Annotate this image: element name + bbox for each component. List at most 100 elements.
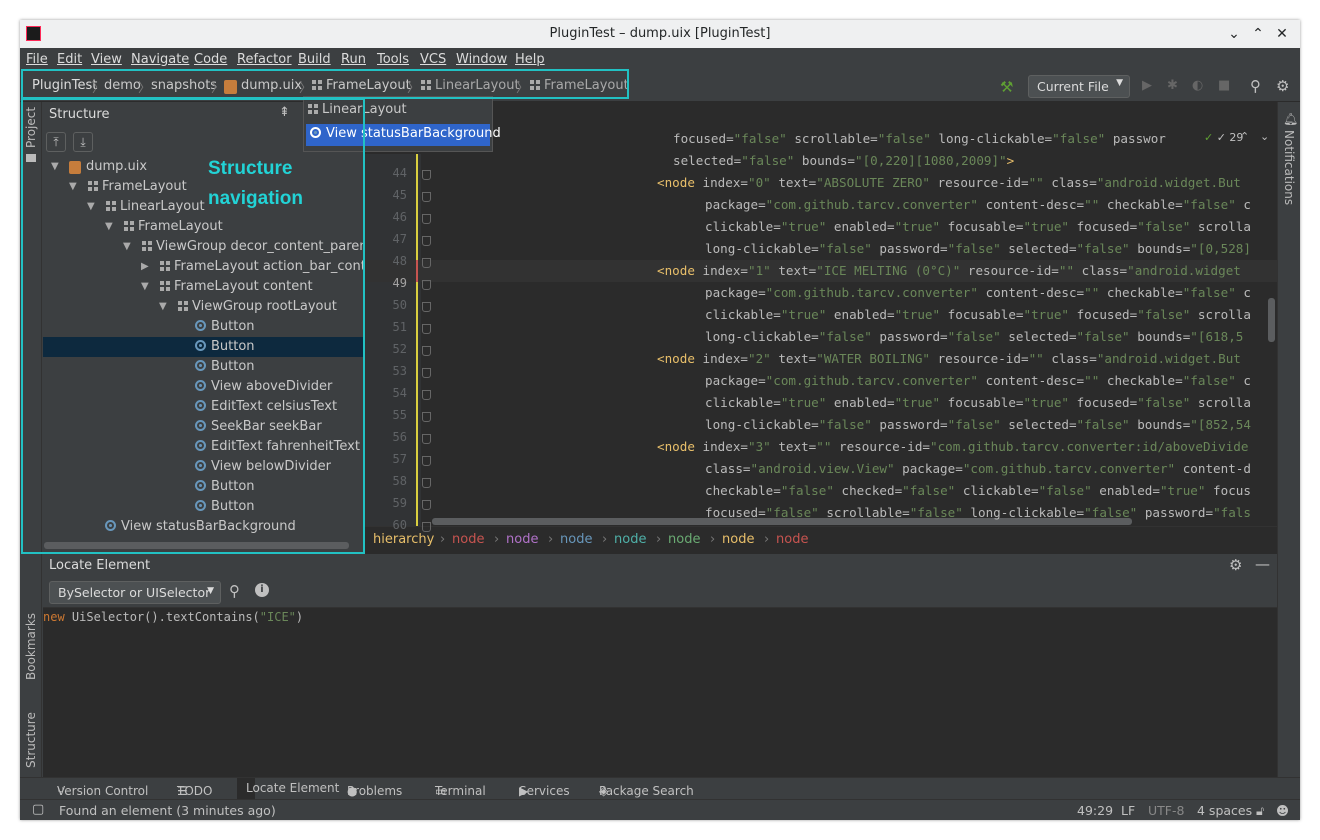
fold-marker-icon[interactable]	[422, 280, 431, 290]
xml-rest: password="false" selected="false" bounds…	[871, 329, 1244, 344]
fold-marker-icon[interactable]	[422, 236, 431, 246]
fold-marker-icon[interactable]	[422, 324, 431, 334]
tab-label: Version Control	[57, 784, 149, 798]
bc-hierarchy[interactable]: hierarchy	[373, 532, 434, 547]
build-hammer-icon[interactable]: ⚒	[1000, 78, 1013, 96]
bc-separator: ›	[602, 532, 608, 547]
fold-marker-icon[interactable]	[422, 390, 431, 400]
line-number: 58	[392, 474, 407, 488]
menu-file[interactable]: File	[26, 52, 48, 67]
fold-marker-icon[interactable]	[422, 258, 431, 268]
xml-attr: long-clickable=	[705, 417, 819, 432]
xml-rest: enabled="true" focusable="true" focused=…	[826, 307, 1251, 322]
minimize-icon[interactable]: ⌄	[1224, 24, 1244, 44]
close-icon[interactable]: ✕	[1272, 24, 1292, 44]
xml-value: "1"	[748, 263, 771, 278]
fold-marker-icon[interactable]	[422, 500, 431, 510]
prev-highlight-icon[interactable]: ⌃	[1240, 130, 1249, 143]
caret-position[interactable]: 49:29	[1077, 803, 1113, 818]
info-icon[interactable]: i	[255, 583, 269, 597]
line-number: 52	[392, 342, 407, 356]
file-encoding[interactable]: UTF-8	[1148, 803, 1184, 818]
menu-help[interactable]: Help	[515, 52, 545, 67]
stop-icon[interactable]: ■	[1218, 78, 1230, 93]
menu-view[interactable]: View	[91, 52, 122, 67]
tab-locate-element[interactable]: Locate Element	[237, 778, 339, 799]
code-line: <node index="3" text="" resource-id="com…	[657, 436, 1248, 458]
locate-settings-icon[interactable]: ⚙	[1229, 556, 1242, 574]
xml-value: "3"	[748, 439, 771, 454]
xml-attr: clickable=	[705, 395, 781, 410]
run-icon[interactable]: ▶	[1142, 78, 1152, 93]
editor-vertical-scrollbar[interactable]	[1268, 298, 1275, 342]
bc-node[interactable]: node	[722, 532, 754, 547]
code-line: class="android.view.View" package="com.g…	[705, 458, 1251, 480]
fold-marker-icon[interactable]	[422, 478, 431, 488]
settings-gear-icon[interactable]: ⚙	[1276, 77, 1289, 95]
fold-marker-icon[interactable]	[422, 302, 431, 312]
inspection-widget[interactable]: ✓ ✓ 29	[1204, 131, 1243, 144]
bc-node[interactable]: node	[560, 532, 592, 547]
bc-node[interactable]: node	[452, 532, 484, 547]
fold-marker-icon[interactable]	[422, 170, 431, 180]
fold-marker-icon[interactable]	[422, 368, 431, 378]
xml-attr: class=	[705, 461, 751, 476]
menu-navigate[interactable]: Navigate	[131, 52, 189, 67]
line-separator[interactable]: LF	[1121, 803, 1135, 818]
menu-build[interactable]: Build	[298, 52, 331, 67]
fold-marker-icon[interactable]	[422, 522, 431, 532]
bell-icon[interactable]: 🔔︎	[1283, 112, 1298, 126]
locate-toolbar: BySelector or UISelector ▼ ⚲ i	[43, 578, 1277, 608]
menu-vcs[interactable]: VCS	[420, 52, 446, 67]
selector-input[interactable]: new UiSelector().textContains("ICE")	[43, 610, 303, 624]
xml-attr: long-clickable=	[705, 329, 819, 344]
fold-marker-icon[interactable]	[422, 412, 431, 422]
fold-marker-icon[interactable]	[422, 214, 431, 224]
code-line: clickable="true" enabled="true" focusabl…	[705, 216, 1251, 238]
hide-panel-icon[interactable]: —	[1255, 555, 1270, 573]
menu-tools[interactable]: Tools	[377, 52, 409, 67]
structure-tool-tab[interactable]: Structure	[24, 712, 38, 768]
coverage-icon[interactable]: ◐	[1192, 78, 1203, 93]
title-bar: PluginTest – dump.uix [PluginTest] ⌄ ⌃ ✕	[20, 20, 1300, 48]
indent-setting[interactable]: 4 spaces	[1197, 803, 1252, 818]
xml-attr: long-clickable=	[705, 241, 819, 256]
fold-marker-icon[interactable]	[422, 346, 431, 356]
menu-code[interactable]: Code	[194, 52, 227, 67]
xml-value: "0"	[748, 175, 771, 190]
status-message[interactable]: Found an element (3 minutes ago)	[59, 803, 276, 818]
bc-node[interactable]: node	[506, 532, 538, 547]
selector-type-dropdown[interactable]: BySelector or UISelector ▼	[49, 581, 221, 604]
xml-attr: focused=	[673, 131, 734, 146]
notifications-tool-tab[interactable]: Notifications	[1282, 130, 1296, 205]
bc-node[interactable]: node	[614, 532, 646, 547]
fold-marker-icon[interactable]	[422, 456, 431, 466]
bc-node[interactable]: node	[776, 532, 808, 547]
menu-edit[interactable]: Edit	[57, 52, 82, 67]
lock-icon[interactable]: 🔓︎	[1256, 803, 1264, 819]
window-title: PluginTest – dump.uix [PluginTest]	[549, 26, 771, 41]
memory-icon[interactable]: ☻	[1276, 803, 1289, 818]
xml-rest: enabled="true" focusable="true" focused=…	[826, 219, 1251, 234]
bookmarks-tool-tab[interactable]: Bookmarks	[24, 613, 38, 680]
menu-refactor[interactable]: Refactor	[237, 52, 292, 67]
menu-window[interactable]: Window	[456, 52, 507, 67]
xml-attr: index=	[694, 439, 749, 454]
search-icon[interactable]: ⚲	[1250, 77, 1261, 95]
xml-value: "com.github.tarcv.converter"	[765, 373, 978, 388]
chevron-down-icon: ▼	[207, 586, 214, 596]
fold-marker-icon[interactable]	[422, 434, 431, 444]
next-highlight-icon[interactable]: ⌄	[1260, 130, 1269, 143]
xml-rest: text="ICE MELTING (0°C)" resource-id="" …	[770, 263, 1241, 278]
xml-rest: scrollable="false" long-clickable="false…	[818, 505, 1251, 520]
panel-toggle-icon[interactable]: ▢	[32, 802, 44, 817]
xml-attr: clickable=	[705, 307, 781, 322]
locate-search-icon[interactable]: ⚲	[229, 582, 240, 600]
chevron-down-icon: ▼	[1116, 78, 1123, 88]
menu-run[interactable]: Run	[341, 52, 366, 67]
debug-icon[interactable]: ✱	[1167, 78, 1178, 93]
run-config-dropdown[interactable]: Current File ▼	[1028, 75, 1130, 98]
fold-marker-icon[interactable]	[422, 192, 431, 202]
bc-node[interactable]: node	[668, 532, 700, 547]
maximize-icon[interactable]: ⌃	[1248, 24, 1268, 44]
